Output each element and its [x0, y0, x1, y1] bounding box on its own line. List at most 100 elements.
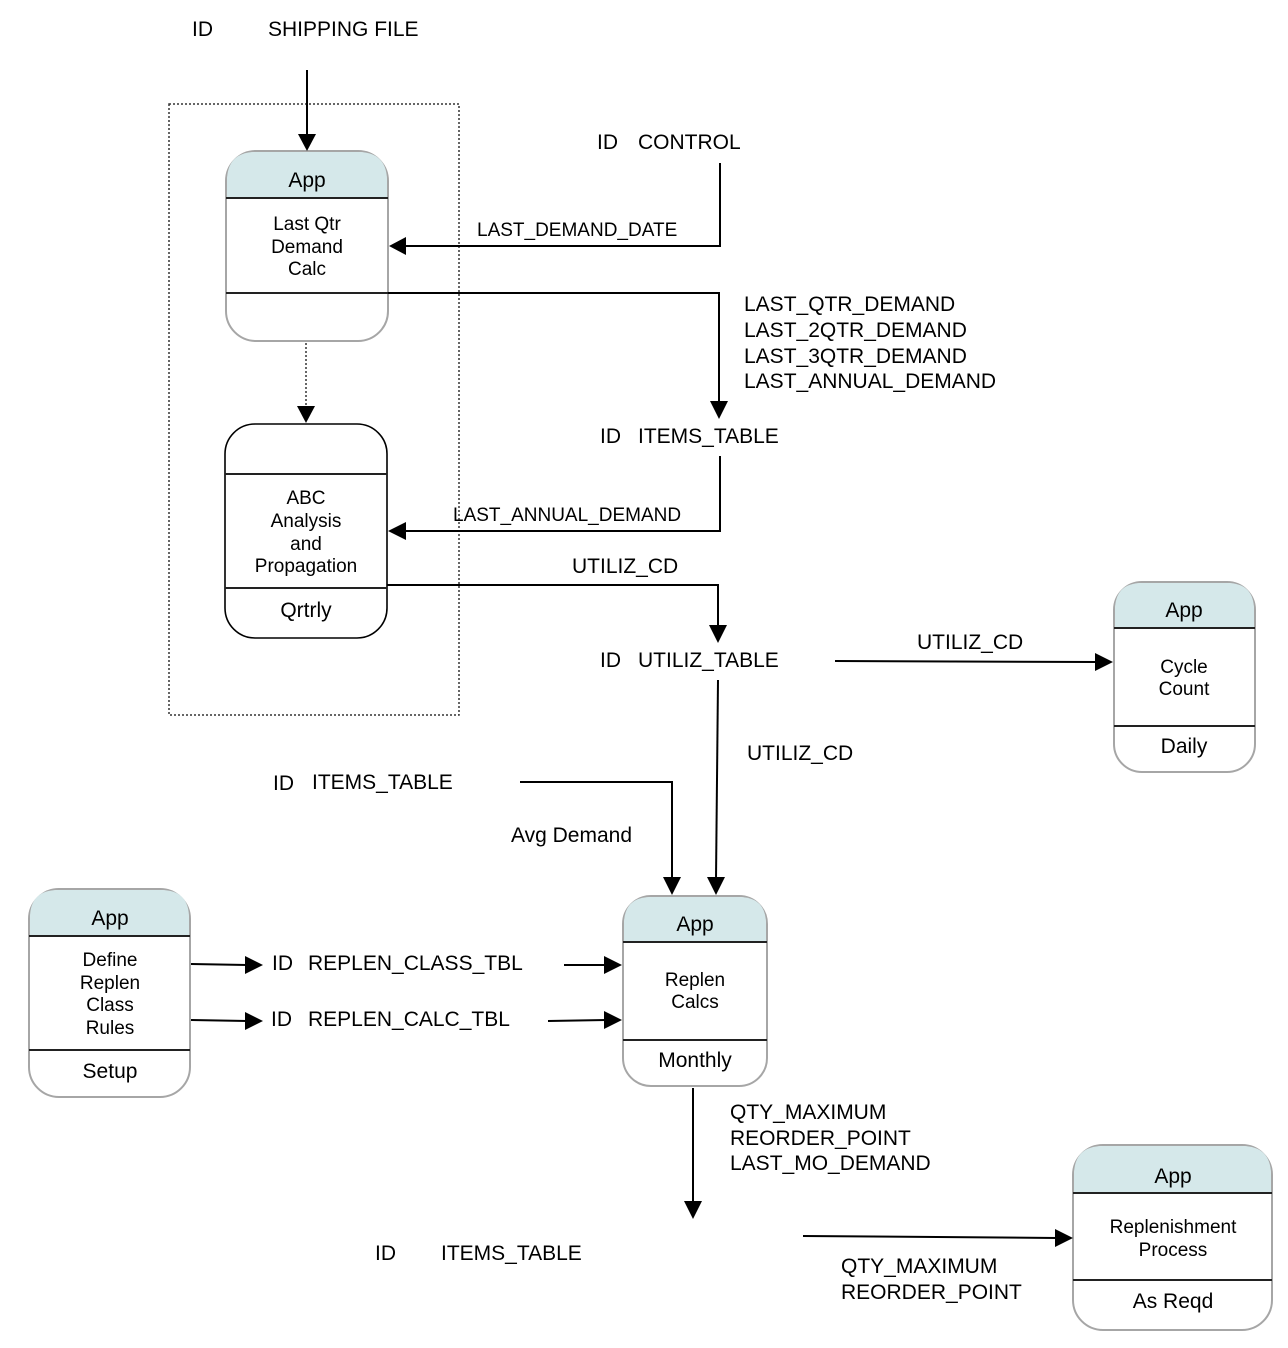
process-header: App	[1165, 599, 1202, 622]
flow-replen-outputs: QTY_MAXIMUM REORDER_POINT LAST_MO_DEMAND	[684, 1088, 931, 1219]
process-body-line: and	[290, 534, 322, 555]
flow-shipping-to-last-qtr	[298, 70, 316, 151]
store-shipping-file[interactable]: ID SHIPPING FILE	[192, 18, 419, 41]
store-replen-class-tbl[interactable]: ID REPLEN_CLASS_TBL	[272, 952, 523, 975]
process-frequency: As Reqd	[1133, 1290, 1214, 1313]
process-body-line: Replen	[665, 970, 725, 991]
arrow-head-icon	[709, 625, 727, 643]
process-header: App	[1154, 1165, 1191, 1188]
process-header: App	[676, 913, 713, 936]
store-name: REPLEN_CALC_TBL	[308, 1008, 510, 1031]
store-id: ID	[600, 649, 621, 672]
process-last-qtr-demand-calc[interactable]: App Last Qtr Demand Calc	[225, 150, 389, 342]
store-id: ID	[272, 952, 293, 975]
arrow-head-icon	[1055, 1229, 1073, 1247]
arrow-head-icon	[663, 877, 681, 895]
process-body-line: Count	[1159, 679, 1210, 700]
process-replen-calcs[interactable]: App Replen Calcs Monthly	[622, 895, 768, 1087]
flow-avg-demand: Avg Demand	[511, 781, 681, 895]
flow-label: LAST_DEMAND_DATE	[477, 220, 677, 241]
arrow-head-icon	[298, 134, 316, 151]
store-replen-calc-tbl[interactable]: ID REPLEN_CALC_TBL	[271, 1008, 510, 1031]
process-body-line: Analysis	[271, 511, 342, 532]
flow-define-to-class-tbl	[190, 956, 263, 974]
arrow-head-icon	[245, 956, 263, 974]
flow-class-tbl-to-replen-calcs	[564, 956, 622, 974]
process-body-line: Demand	[271, 237, 343, 258]
flow-define-to-calc-tbl	[190, 1012, 263, 1030]
process-frequency: Daily	[1161, 735, 1208, 758]
process-define-replen-class-rules[interactable]: App Define Replen Class Rules Setup	[28, 888, 191, 1098]
process-body-line: Class	[86, 995, 134, 1016]
flow-utiliz-to-cycle-count: UTILIZ_CD	[834, 631, 1113, 671]
arrow-head-icon	[388, 522, 406, 540]
store-name: ITEMS_TABLE	[441, 1242, 582, 1265]
flow-abc-to-utiliz: UTILIZ_CD	[387, 555, 727, 643]
flow-label: LAST_ANNUAL_DEMAND	[453, 505, 681, 526]
process-header: App	[91, 907, 128, 930]
store-control[interactable]: ID CONTROL	[597, 131, 741, 154]
flow-label: Avg Demand	[511, 824, 632, 847]
process-body-line: Cycle	[1160, 657, 1208, 678]
flow-label: LAST_3QTR_DEMAND	[744, 345, 967, 368]
process-body-line: ABC	[286, 488, 325, 509]
store-name: ITEMS_TABLE	[312, 771, 453, 794]
flow-label: REORDER_POINT	[730, 1127, 911, 1150]
store-items-table-top[interactable]: ID ITEMS_TABLE	[600, 425, 779, 448]
flow-utiliz-to-replen-calcs: UTILIZ_CD	[707, 679, 853, 895]
arrow-head-icon	[684, 1201, 702, 1219]
flow-to-replenishment: QTY_MAXIMUM REORDER_POINT	[802, 1229, 1073, 1304]
flow-label: LAST_MO_DEMAND	[730, 1152, 931, 1175]
store-id: ID	[597, 131, 618, 154]
store-items-table-bottom[interactable]: ID ITEMS_TABLE	[375, 1242, 582, 1265]
process-abc-analysis[interactable]: ABC Analysis and Propagation Qrtrly	[224, 423, 388, 639]
store-name: CONTROL	[638, 131, 741, 154]
flow-label: UTILIZ_CD	[917, 631, 1023, 654]
flow-calc-tbl-to-replen-calcs	[547, 1011, 622, 1029]
store-items-table-mid[interactable]: ID ITEMS_TABLE	[273, 771, 453, 795]
flow-label: UTILIZ_CD	[572, 555, 678, 578]
flow-label: LAST_ANNUAL_DEMAND	[744, 370, 996, 393]
flow-demand-fields: LAST_QTR_DEMAND LAST_2QTR_DEMAND LAST_3Q…	[388, 292, 996, 419]
store-name: ITEMS_TABLE	[638, 425, 779, 448]
store-id: ID	[375, 1242, 396, 1265]
process-frequency: Qrtrly	[280, 599, 332, 622]
flow-label: LAST_QTR_DEMAND	[744, 293, 955, 316]
process-body-line: Rules	[86, 1018, 135, 1039]
store-name: UTILIZ_TABLE	[638, 649, 779, 672]
process-body-line: Replen	[80, 973, 140, 994]
arrow-head-icon	[604, 1011, 622, 1029]
process-header: App	[288, 169, 325, 192]
flow-label: QTY_MAXIMUM	[730, 1101, 886, 1124]
arrow-head-icon	[245, 1012, 263, 1030]
flow-label: LAST_2QTR_DEMAND	[744, 319, 967, 342]
process-body-line: Define	[83, 950, 138, 971]
arrow-head-icon	[604, 956, 622, 974]
store-id: ID	[192, 18, 213, 41]
store-id: ID	[600, 425, 621, 448]
process-body-line: Replenishment	[1110, 1217, 1237, 1238]
data-flow-diagram: ID SHIPPING FILE ID CONTROL ID ITEMS_TAB…	[28, 18, 1273, 1331]
store-id: ID	[271, 1008, 292, 1031]
process-frequency: Monthly	[658, 1049, 732, 1072]
process-body-line: Calcs	[671, 992, 719, 1013]
process-body-line: Calc	[288, 259, 326, 280]
process-replenishment[interactable]: App Replenishment Process As Reqd	[1072, 1144, 1273, 1331]
arrow-head-icon	[297, 406, 315, 423]
process-body-line: Process	[1139, 1240, 1208, 1261]
flow-last-qtr-to-abc	[297, 343, 315, 423]
flow-label: UTILIZ_CD	[747, 742, 853, 765]
flow-label: REORDER_POINT	[841, 1281, 1022, 1304]
flow-last-annual-demand: LAST_ANNUAL_DEMAND	[388, 456, 721, 540]
arrow-head-icon	[707, 877, 725, 895]
store-id: ID	[273, 772, 294, 795]
store-name: SHIPPING FILE	[268, 18, 419, 41]
flow-last-demand-date: LAST_DEMAND_DATE	[389, 163, 721, 255]
arrow-head-icon	[389, 237, 406, 255]
process-body-line: Last Qtr	[273, 214, 341, 235]
arrow-head-icon	[1095, 653, 1113, 671]
store-name: REPLEN_CLASS_TBL	[308, 952, 523, 975]
process-cycle-count[interactable]: App Cycle Count Daily	[1113, 581, 1256, 773]
store-utiliz-table[interactable]: ID UTILIZ_TABLE	[600, 649, 779, 672]
process-frequency: Setup	[83, 1060, 138, 1083]
